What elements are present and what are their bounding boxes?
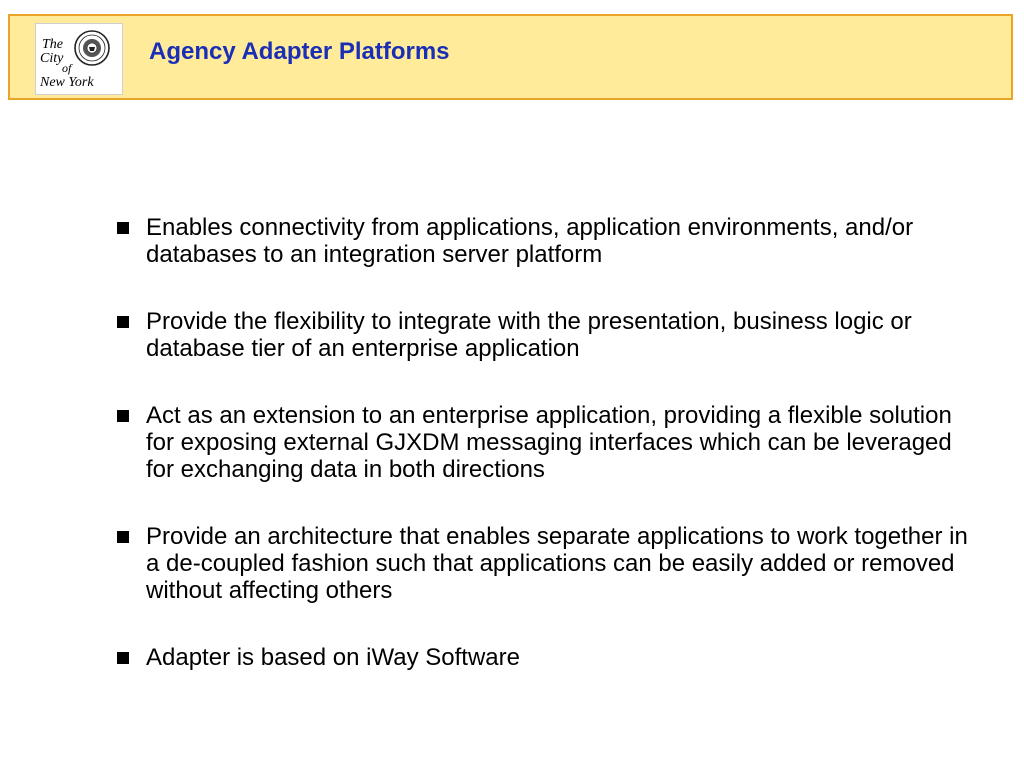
svg-text:of: of xyxy=(62,61,73,75)
square-bullet-icon xyxy=(117,652,129,664)
square-bullet-icon xyxy=(117,410,129,422)
list-item: Provide the flexibility to integrate wit… xyxy=(116,308,976,362)
page-title: Agency Adapter Platforms xyxy=(149,38,450,65)
bullet-text: Adapter is based on iWay Software xyxy=(146,644,520,671)
bullet-text: Act as an extension to an enterprise app… xyxy=(146,402,952,483)
bullet-text: Provide an architecture that enables sep… xyxy=(146,523,968,604)
list-item: Enables connectivity from applications, … xyxy=(116,214,976,268)
nyc-seal-icon: The City of New York xyxy=(39,30,110,90)
svg-text:The: The xyxy=(42,37,63,52)
square-bullet-icon xyxy=(117,531,129,543)
square-bullet-icon xyxy=(117,316,129,328)
bullet-text: Enables connectivity from applications, … xyxy=(146,214,914,268)
slide: The City of New York Agency Adapter Plat… xyxy=(0,0,1024,768)
bullet-list: Enables connectivity from applications, … xyxy=(116,214,976,671)
bullet-text: Provide the flexibility to integrate wit… xyxy=(146,308,912,362)
square-bullet-icon xyxy=(117,222,129,234)
list-item: Adapter is based on iWay Software xyxy=(116,644,976,671)
svg-text:City: City xyxy=(40,51,64,66)
city-of-new-york-logo: The City of New York xyxy=(35,23,123,95)
list-item: Act as an extension to an enterprise app… xyxy=(116,402,976,483)
svg-text:New York: New York xyxy=(39,75,94,90)
header-banner: The City of New York Agency Adapter Plat… xyxy=(8,14,1013,100)
list-item: Provide an architecture that enables sep… xyxy=(116,523,976,604)
